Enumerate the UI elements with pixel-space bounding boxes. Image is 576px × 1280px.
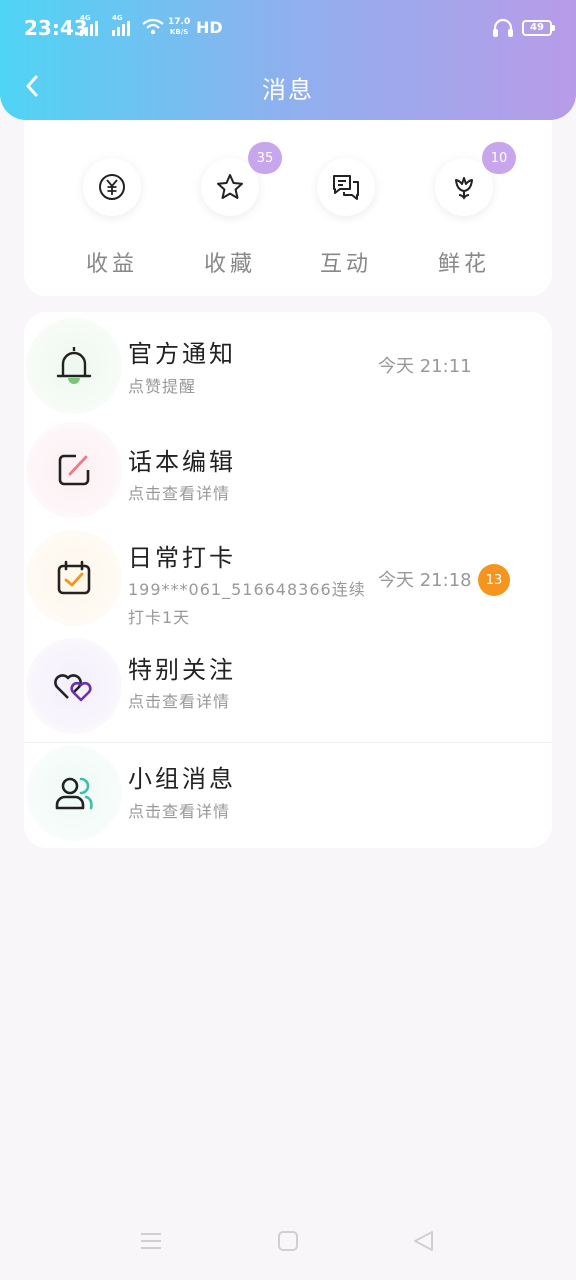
chat-icon [333, 175, 359, 200]
quick-actions-card: 收益 35 收藏 互动 10 鲜花 [24, 120, 552, 296]
message-list: 官方通知 点赞提醒 今天 21:11 话本编辑 点击查看详情 日常打卡 199*… [24, 312, 552, 848]
message-title: 小组消息 [128, 765, 236, 793]
message-title: 官方通知 [128, 340, 236, 368]
group-icon [55, 777, 93, 810]
speed-value: 17.0 [168, 17, 191, 27]
message-title: 特别关注 [128, 656, 236, 684]
message-subtitle: 点赞提醒 [128, 377, 197, 396]
quick-action-circle [317, 158, 375, 216]
message-row-official-notice[interactable]: 官方通知 点赞提醒 今天 21:11 [24, 312, 552, 420]
star-icon [217, 174, 243, 199]
unread-count-badge: 13 [478, 564, 510, 596]
message-time: 今天 21:18 [378, 570, 472, 591]
yuan-icon [99, 174, 125, 200]
quick-action-label: 收藏 [203, 252, 256, 277]
quick-action-circle [83, 158, 141, 216]
hearts-icon [54, 674, 92, 702]
message-title: 话本编辑 [128, 448, 236, 476]
hd-indicator: HD [196, 18, 223, 37]
status-right: 49 [492, 18, 555, 38]
message-subtitle: 点击查看详情 [128, 802, 231, 821]
message-icon-bg [26, 745, 122, 841]
signal-icon: 4G [112, 14, 130, 36]
bell-icon [56, 347, 92, 384]
battery-icon: 49 [522, 20, 555, 36]
back-system-button[interactable] [412, 1230, 434, 1256]
menu-icon [141, 1233, 161, 1249]
network-speed: 17.0 KB/S [168, 17, 190, 37]
headset-icon [493, 18, 513, 37]
message-subtitle: 199***061_516648366连续打卡1天 [128, 580, 366, 627]
status-time: 23:43 [24, 16, 88, 40]
message-subtitle: 点击查看详情 [128, 692, 231, 711]
speed-unit: KB/S [169, 28, 189, 36]
quick-action-label: 鲜花 [437, 252, 490, 277]
edit-icon [58, 454, 90, 486]
header-background: 23:43 4G 4G 17.0 KB/S HD 49 消息 [0, 0, 576, 120]
menu-button[interactable] [140, 1230, 162, 1256]
message-time: 今天 21:11 [378, 356, 472, 377]
page-title: 消息 [262, 76, 314, 104]
quick-action-interaction[interactable]: 互动 [316, 158, 376, 280]
message-row-special-follow[interactable]: 特别关注 点击查看详情 [24, 636, 552, 742]
home-icon [278, 1231, 298, 1251]
network-type-label: 4G [80, 14, 91, 22]
message-row-daily-checkin[interactable]: 日常打卡 199***061_516648366连续打卡1天 今天 21:18 … [24, 528, 552, 636]
message-icon-bg [26, 318, 122, 414]
quick-action-earnings[interactable]: 收益 [82, 158, 142, 280]
quick-action-flowers[interactable]: 10 鲜花 [434, 142, 516, 280]
back-triangle-icon [414, 1231, 433, 1251]
message-icon-bg [26, 530, 122, 626]
message-row-group[interactable]: 小组消息 点击查看详情 [24, 743, 552, 848]
calendar-check-icon [57, 560, 91, 595]
system-navigation-bar [0, 1210, 576, 1280]
flowers-count-badge: 10 [482, 142, 516, 174]
quick-action-favorites[interactable]: 35 收藏 [200, 142, 282, 280]
network-type-label: 4G [112, 14, 123, 22]
message-subtitle: 点击查看详情 [128, 484, 231, 503]
message-icon-bg [26, 638, 122, 734]
quick-action-label: 互动 [319, 252, 372, 277]
signal-group: 4G 4G [80, 14, 164, 36]
home-button[interactable] [277, 1230, 299, 1256]
favorites-count-badge: 35 [248, 142, 282, 174]
message-row-script-editor[interactable]: 话本编辑 点击查看详情 [24, 420, 552, 528]
message-title: 日常打卡 [128, 544, 236, 572]
flower-icon [455, 177, 473, 200]
wifi-icon [142, 18, 164, 35]
signal-icon: 4G [80, 14, 98, 36]
status-bar: 23:43 4G 4G 17.0 KB/S HD 49 [0, 0, 576, 58]
quick-action-label: 收益 [85, 252, 138, 277]
message-icon-bg [26, 422, 122, 518]
navigation-bar: 消息 [0, 58, 576, 114]
